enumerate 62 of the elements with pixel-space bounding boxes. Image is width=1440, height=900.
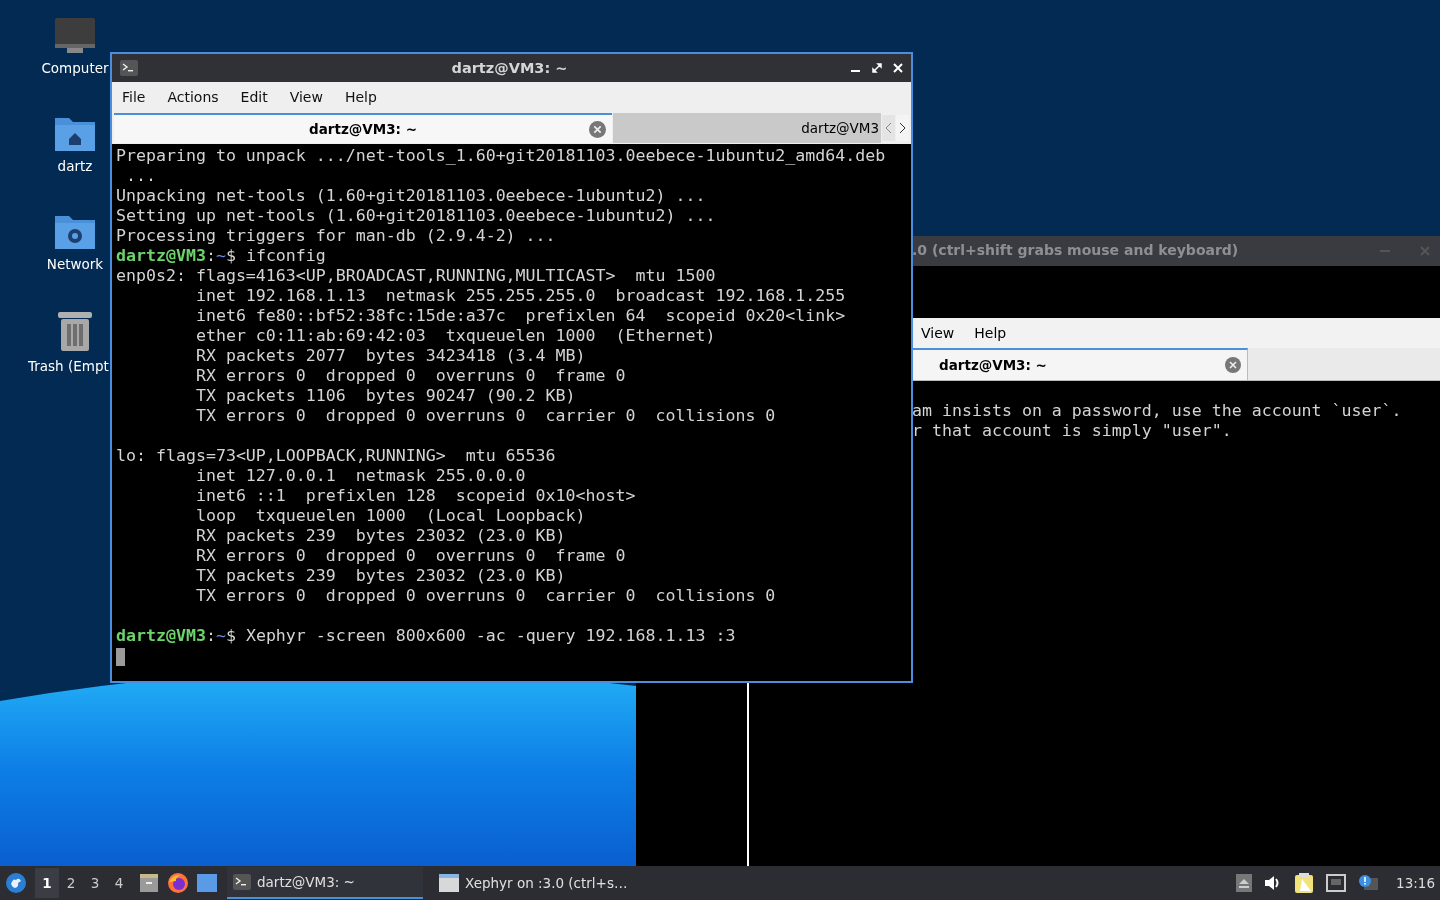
terminal-icon	[233, 874, 251, 890]
terminal-line: TX errors 0 dropped 0 overruns 0 carrier 0 collisions 0	[194, 406, 777, 426]
terminal-line: RX packets 2077 bytes 3423418 (3.4 MB)	[194, 346, 587, 366]
menu-item[interactable]: File	[122, 89, 146, 105]
trash-icon[interactable]	[56, 310, 94, 352]
terminal-line: RX errors 0 dropped 0 overruns 0 frame 0	[194, 546, 627, 566]
terminal-line: ...	[125, 166, 157, 186]
maximize-icon[interactable]	[872, 63, 882, 73]
terminal-line: TX packets 1106 bytes 90247 (90.2 KB)	[194, 386, 577, 406]
terminal-icon[interactable]	[120, 60, 138, 76]
workspace-button[interactable]: 3	[83, 868, 107, 898]
taskbar-window-button[interactable]: dartz@VM3: ~	[227, 867, 423, 899]
terminal-line: inet6 fe80::bf52:38fc:15de:a37c prefixlen 64 scopeid 0x20<link>	[194, 306, 847, 326]
terminal-line: am insists on a password, use the account `user`.	[912, 401, 1403, 421]
monitor-icon[interactable]	[54, 18, 96, 54]
desktop-icon-label[interactable]: Computer	[41, 60, 109, 76]
clock[interactable]: 13:16	[1396, 875, 1435, 891]
desktop-icon-label[interactable]: Network	[46, 256, 104, 272]
terminal-line: inet6 ::1 prefixlen 128 scopeid 0x10<host>	[194, 486, 637, 506]
menu-item[interactable]: View	[921, 325, 955, 341]
terminal-line: RX errors 0 dropped 0 overruns 0 frame 0	[194, 366, 627, 386]
desktop-icon-label[interactable]: Trash (Empt	[28, 358, 109, 374]
terminal-line: TX errors 0 dropped 0 overruns 0 carrier 0 collisions 0	[194, 586, 777, 606]
terminal-line: Unpacking net-tools (1.60+git20181103.0eebece-1ubuntu2) ...	[116, 186, 707, 206]
terminal-line: ether c0:11:ab:69:42:03 txqueuelen 1000 (Ethernet)	[194, 326, 717, 346]
eject-icon[interactable]	[1236, 874, 1253, 892]
window-icon	[439, 874, 459, 892]
terminal-line: loop txqueuelen 1000 (Local Loopback)	[194, 506, 587, 526]
terminal-line: r that account is simply "user".	[912, 421, 1233, 441]
clipboard-icon[interactable]	[1294, 873, 1315, 893]
firefox-icon[interactable]	[167, 872, 189, 894]
network-icon[interactable]	[1326, 874, 1347, 892]
menu-item[interactable]: Help	[344, 89, 377, 105]
terminal-line: TX packets 239 bytes 23032 (23.0 KB)	[194, 566, 567, 586]
terminal-line: enp0s2: flags=4163<UP,BROADCAST,RUNNING,MULTICAST> mtu 1500	[116, 266, 717, 286]
menu-item[interactable]: Actions	[167, 89, 219, 105]
window-title: .0 (ctrl+shift grabs mouse and keyboard)	[912, 242, 1239, 258]
terminal-line: inet 127.0.0.1 netmask 255.0.0.0	[194, 466, 527, 486]
notification-icon[interactable]	[1358, 874, 1379, 892]
terminal-tab[interactable]: dartz@VM3: ~	[114, 113, 612, 143]
terminal-line: RX packets 239 bytes 23032 (23.0 KB)	[194, 526, 567, 546]
desktop-icon-label[interactable]: dartz	[57, 158, 93, 174]
window-title: dartz@VM3: ~	[450, 60, 569, 76]
menu-item[interactable]: Help	[974, 325, 1007, 341]
file-cabinet-icon[interactable]	[139, 873, 159, 893]
terminal-line: inet 192.168.1.13 netmask 255.255.255.0 broadcast 192.168.1.255	[194, 286, 847, 306]
terminal-line: Processing triggers for man-db (2.9.4-2) ...	[116, 226, 557, 246]
workspace-button[interactable]: 1	[35, 868, 59, 898]
terminal-line: Setting up net-tools (1.60+git20181103.0eebece-1ubuntu2) ...	[116, 206, 717, 226]
terminal-line: Preparing to unpack .../net-tools_1.60+git20181103.0eebece-1ubuntu2_amd64.deb	[116, 146, 887, 166]
terminal-tab[interactable]: dartz@VM3: ~	[912, 348, 1248, 380]
workspace-button[interactable]: 2	[59, 868, 83, 898]
terminal-line: lo: flags=73<UP,LOOPBACK,RUNNING> mtu 65536	[116, 446, 557, 466]
terminal-command-line: dartz@VM3:~$ Xephyr -screen 800x600 -ac -query 192.168.1.13 :3	[116, 626, 737, 646]
menu-item[interactable]: Edit	[240, 89, 268, 105]
terminal-tab[interactable]: dartz@VM3	[613, 113, 881, 143]
menu-item[interactable]: View	[289, 89, 323, 105]
taskbar-window-button[interactable]: Xephyr on :3.0 (ctrl+s…	[433, 867, 629, 899]
app-menu-icon[interactable]	[5, 872, 27, 894]
text-cursor	[116, 647, 125, 666]
terminal-command-line: dartz@VM3:~$ ifconfig	[116, 246, 327, 266]
workspace-button[interactable]: 4	[107, 868, 131, 898]
